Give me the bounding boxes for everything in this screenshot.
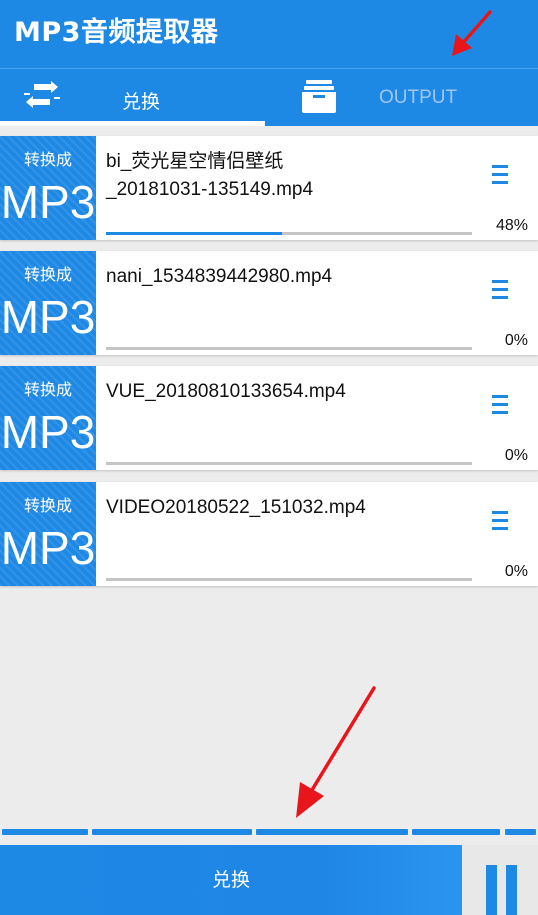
menu-icon[interactable] [492,394,508,416]
badge-label: 转换成 [23,265,72,284]
page-indicator-segment [256,829,408,835]
page-indicator-segment [2,829,88,835]
file-name: VUE_20180810133654.mp4 [106,381,346,402]
progress-bar [106,232,472,235]
stacked-folders-icon [302,80,336,113]
format-badge: 转换成 MP3 [0,482,96,586]
tab-convert-label: 兑换 [122,91,161,113]
badge-label: 转换成 [23,380,72,399]
menu-icon[interactable] [492,510,508,532]
app-bar: MP3音频提取器 兑换 OUTPUT [0,0,538,126]
format-badge: 转换成 MP3 [0,136,96,240]
badge-label: 转换成 [23,496,72,515]
progress-bar [106,347,472,350]
tab-convert[interactable]: 兑换 [0,69,265,126]
pause-icon [486,865,497,915]
tab-output-label: OUTPUT [379,87,458,108]
progress-percent: 0% [504,563,528,580]
format-badge: 转换成 MP3 [0,366,96,470]
badge-format: MP3 [0,522,96,574]
tab-output[interactable]: OUTPUT [265,69,538,126]
file-name: bi_荧光星空情侣壁纸 _20181031-135149.mp4 [106,151,314,200]
badge-format: MP3 [0,176,96,228]
progress-bar [106,578,472,581]
list-item[interactable]: 转换成 MP3 bi_荧光星空情侣壁纸 _20181031-135149.mp4… [0,136,538,240]
page-indicator-segment [92,829,252,835]
menu-icon[interactable] [492,164,508,186]
pause-icon [506,865,517,915]
convert-button[interactable]: 兑换 [0,845,462,915]
swap-arrows-icon [24,81,60,108]
annotation-arrow-icon [296,686,376,818]
progress-bar [106,462,472,465]
file-name: nani_1534839442980.mp4 [106,266,333,287]
list-item[interactable]: 转换成 MP3 nani_1534839442980.mp4 0% [0,251,538,355]
progress-percent: 0% [504,332,528,349]
format-badge: 转换成 MP3 [0,251,96,355]
page-indicator-segment [412,829,500,835]
list-item[interactable]: 转换成 MP3 VUE_20180810133654.mp4 0% [0,366,538,470]
file-name: VIDEO20180522_151032.mp4 [106,497,366,518]
menu-icon[interactable] [492,279,508,301]
badge-label: 转换成 [23,150,72,169]
app-title: MP3音频提取器 [14,17,219,48]
progress-percent: 48% [495,217,528,234]
pause-button[interactable] [462,845,538,915]
list-item[interactable]: 转换成 MP3 VIDEO20180522_151032.mp4 0% [0,482,538,586]
active-tab-indicator [0,121,265,126]
bottom-bar: 兑换 [0,845,538,915]
progress-fill [106,232,282,235]
progress-percent: 0% [504,447,528,464]
badge-format: MP3 [0,291,96,343]
page-indicator-segment [505,829,536,835]
badge-format: MP3 [0,406,96,458]
